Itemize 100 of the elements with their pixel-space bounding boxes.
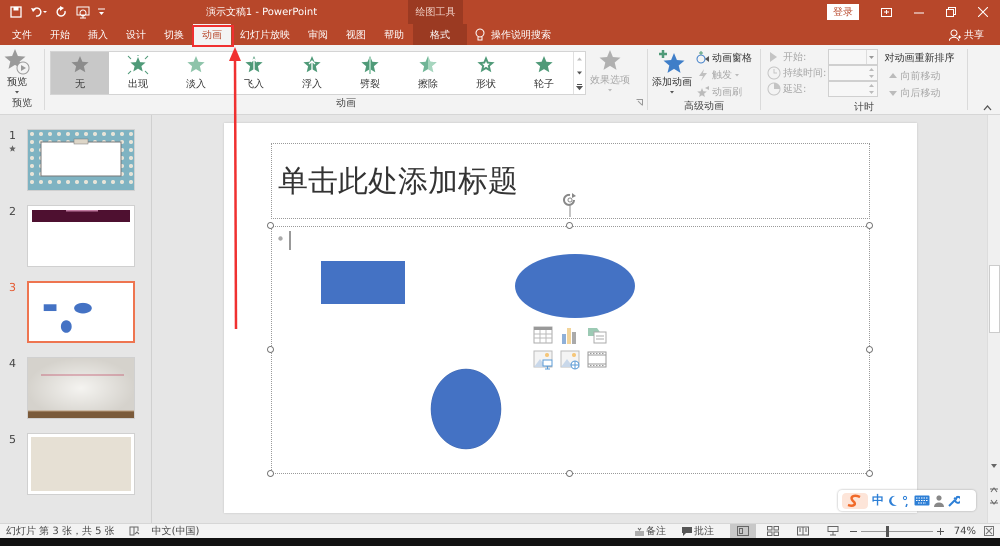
add-animation-button[interactable]: 添加动画 — [648, 49, 696, 95]
triangle-down-icon — [888, 88, 898, 98]
scrollbar-thumb[interactable] — [989, 265, 1000, 333]
highlight-frame — [192, 25, 234, 47]
ellipse-shape[interactable] — [430, 368, 502, 450]
slideshow-icon — [826, 526, 839, 536]
keyboard-icon[interactable] — [914, 495, 930, 506]
triangle-up-icon — [888, 71, 898, 81]
ime-logo-icon[interactable] — [842, 492, 868, 510]
caret-icon — [14, 89, 20, 95]
spell-check-icon[interactable] — [128, 526, 140, 536]
ribbon-tab[interactable]: 视图 — [337, 24, 375, 45]
zoom-in-icon[interactable] — [936, 528, 944, 534]
slide-drawing — [44, 302, 92, 333]
lightning-icon — [696, 68, 710, 82]
online-picture-icon[interactable] — [560, 350, 580, 370]
title-placeholder[interactable]: 单击此处添加标题 — [271, 143, 870, 219]
ribbon-display-icon[interactable] — [881, 8, 892, 16]
close-icon[interactable] — [978, 7, 988, 17]
collapse-ribbon-icon[interactable] — [983, 105, 992, 111]
slide-thumbnail[interactable] — [27, 205, 135, 267]
resize-handle[interactable] — [866, 470, 873, 477]
star-icon — [127, 55, 149, 76]
lightbulb-icon — [475, 28, 485, 41]
resize-handle[interactable] — [267, 222, 274, 229]
slide-number: 2 — [9, 205, 16, 218]
diagram-icon[interactable] — [587, 326, 607, 346]
user-icon[interactable] — [934, 494, 944, 506]
view-button[interactable] — [730, 524, 756, 538]
slide-sorter-icon — [766, 526, 779, 536]
resize-handle[interactable] — [866, 346, 873, 353]
field-label: 开始: — [783, 51, 808, 64]
spinner-field[interactable] — [828, 81, 878, 97]
resize-handle[interactable] — [566, 222, 573, 229]
slider-thumb[interactable] — [886, 526, 890, 536]
preview-button[interactable]: 预览 — [0, 49, 34, 95]
redo-icon[interactable] — [56, 6, 68, 18]
caret-icon — [734, 72, 740, 78]
moon-icon[interactable] — [888, 494, 898, 506]
save-icon[interactable] — [10, 6, 22, 18]
film-icon[interactable] — [587, 350, 607, 370]
slide-number: 5 — [9, 433, 16, 446]
ribbon-tab[interactable]: 文件 — [3, 24, 41, 45]
text-cursor-icon — [289, 231, 291, 250]
star-brush-icon — [696, 85, 710, 99]
resize-handle[interactable] — [267, 470, 274, 477]
normal-view-icon — [736, 526, 749, 536]
ime-mode[interactable]: 中 — [872, 492, 884, 509]
wrench-icon[interactable] — [948, 494, 960, 506]
ribbon-tab[interactable]: 开始 — [41, 24, 79, 45]
picture-icon[interactable] — [533, 350, 553, 370]
bullet-icon — [278, 236, 283, 241]
animation-pane-icon — [696, 51, 710, 65]
group-label: 高级动画 — [684, 100, 724, 113]
rotate-handle[interactable] — [563, 193, 577, 217]
ribbon-tab[interactable]: 格式 — [413, 24, 467, 45]
restore-icon[interactable] — [946, 7, 956, 17]
punctuation-icon[interactable] — [902, 494, 910, 506]
dropdown-field[interactable] — [828, 49, 878, 65]
clock-icon — [767, 66, 781, 80]
group-label: 预览 — [12, 97, 32, 110]
slide-number: 3 — [9, 281, 16, 294]
tell-me-search[interactable]: 操作说明搜索 — [491, 28, 551, 42]
customize-caret-icon[interactable] — [98, 8, 105, 16]
caret-icon — [669, 89, 675, 95]
caret-icon — [607, 87, 613, 93]
star-plus-icon — [658, 49, 686, 75]
ribbon-tab[interactable]: 幻灯片放映 — [231, 24, 299, 45]
share-button[interactable]: 共享 — [943, 24, 990, 45]
resize-handle[interactable] — [566, 470, 573, 477]
login-button[interactable]: 登录 — [827, 4, 859, 20]
ribbon-command[interactable]: 动画窗格 — [696, 51, 752, 65]
undo-icon[interactable] — [30, 6, 48, 18]
slide-number: 4 — [9, 357, 16, 370]
presentation-icon[interactable] — [76, 6, 90, 18]
ribbon-tab[interactable]: 帮助 — [375, 24, 413, 45]
notes-button[interactable]: 备注 — [630, 524, 670, 538]
reorder-heading: 对动画重新排序 — [884, 52, 954, 66]
ellipse-shape[interactable] — [515, 254, 635, 318]
animation-option[interactable]: 无 — [51, 52, 109, 94]
resize-handle[interactable] — [267, 346, 274, 353]
ribbon-tab[interactable]: 设计 — [117, 24, 155, 45]
spinner-field[interactable] — [828, 65, 878, 81]
language-indicator[interactable]: 中文(中国) — [152, 524, 200, 538]
slide-thumbnail[interactable] — [27, 281, 135, 343]
resize-handle[interactable] — [866, 222, 873, 229]
ribbon-tab[interactable]: 插入 — [79, 24, 117, 45]
table-icon[interactable] — [533, 326, 553, 346]
notes-icon — [634, 526, 644, 536]
window-title: 演示文稿1 - PowerPoint — [204, 6, 318, 19]
zoom-level[interactable]: 74% — [954, 526, 976, 536]
slide-info: 幻灯片 第 3 张，共 5 张 — [5, 524, 115, 538]
user-add-icon — [949, 28, 961, 40]
field-label: 延迟: — [783, 83, 808, 96]
ribbon-tab[interactable]: 切换 — [155, 24, 193, 45]
group-label: 动画 — [336, 97, 356, 110]
fit-to-window-icon[interactable] — [984, 526, 994, 536]
ribbon-tab[interactable]: 审阅 — [299, 24, 337, 45]
dialog-launcher-icon[interactable] — [636, 99, 643, 106]
comments-button[interactable]: 批注 — [678, 524, 718, 538]
